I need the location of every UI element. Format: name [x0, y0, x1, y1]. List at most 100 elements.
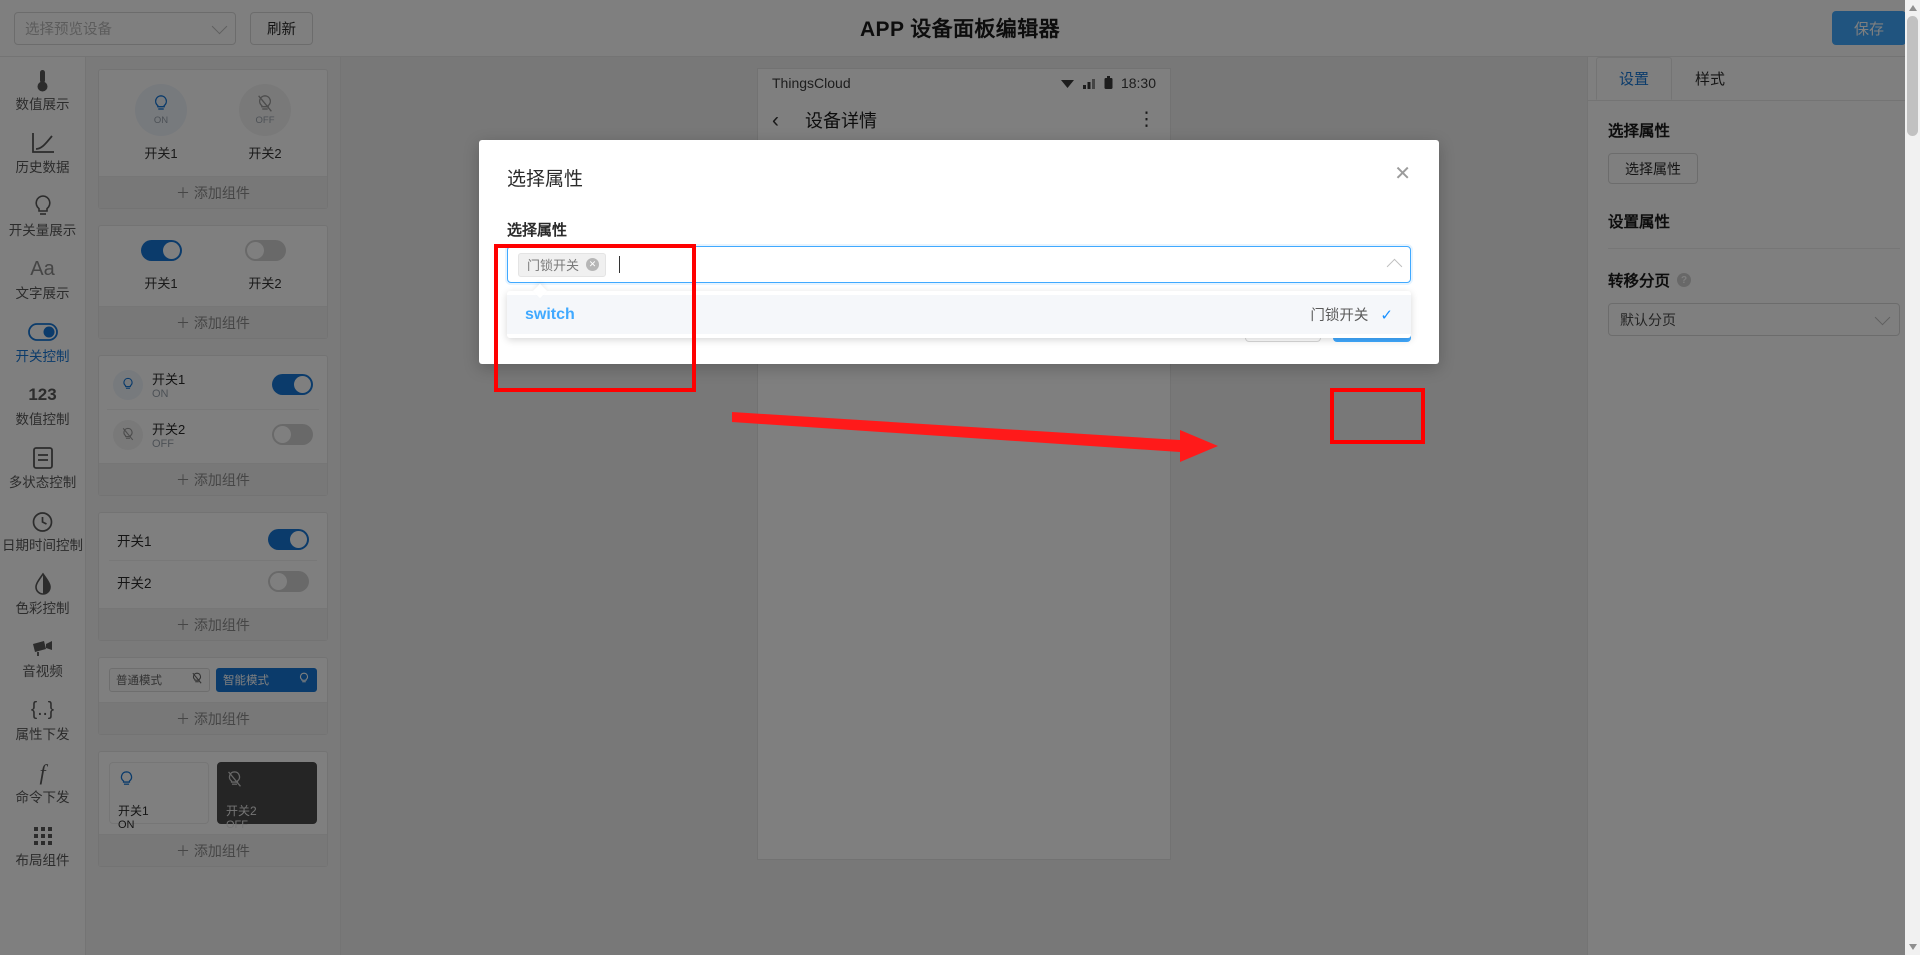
attribute-multiselect[interactable]: 门锁开关 ✕	[507, 246, 1411, 283]
sidebar-item-command-dispatch[interactable]: f 命令下发	[0, 750, 85, 813]
top-bar: 选择预览设备 刷新 APP 设备面板编辑器 保存	[0, 0, 1920, 57]
component-item[interactable]: 开关2 OFF	[217, 762, 317, 831]
add-component-button[interactable]: ＋ 添加组件	[99, 306, 327, 338]
component-item[interactable]: 开关1	[140, 240, 182, 292]
add-component-button[interactable]: ＋ 添加组件	[99, 463, 327, 495]
sidebar-item-label: 音视频	[22, 664, 63, 679]
properties-panel: 设置 样式 选择属性 选择属性 设置属性 转移分页 ? 默认分页	[1587, 57, 1920, 955]
mode-button-label: 普通模式	[116, 675, 162, 687]
bulb-off-icon	[226, 771, 243, 793]
sidebar-item-history-data[interactable]: 历史数据	[0, 120, 85, 183]
sidebar-item-switch-control[interactable]: 开关控制	[0, 309, 85, 372]
component-item-state: OFF	[152, 438, 174, 450]
toggle-switch-on[interactable]	[268, 529, 309, 550]
color-drop-icon	[2, 570, 83, 598]
transfer-page-value: 默认分页	[1620, 311, 1676, 328]
add-component-button[interactable]: ＋ 添加组件	[99, 702, 327, 734]
component-item[interactable]: ON 开关1	[135, 84, 187, 162]
save-button[interactable]: 保存	[1831, 11, 1906, 45]
page-scrollbar[interactable]	[1905, 0, 1920, 955]
chevron-down-icon	[1874, 309, 1891, 326]
help-icon[interactable]: ?	[1677, 273, 1692, 287]
add-component-button[interactable]: ＋ 添加组件	[99, 834, 327, 866]
sidebar-item-switch-display[interactable]: 开关量展示	[0, 183, 85, 246]
component-item[interactable]: OFF 开关2	[239, 84, 291, 162]
component-item-state: OFF	[226, 819, 248, 831]
refresh-button[interactable]: 刷新	[250, 11, 313, 45]
toggle-switch-off[interactable]	[244, 240, 286, 261]
toggle-switch-off[interactable]	[272, 424, 313, 445]
dropdown-option[interactable]: switch 门锁开关 ✓	[507, 295, 1411, 334]
sidebar-item-multistate-control[interactable]: 多状态控制	[0, 435, 85, 498]
chevron-left-icon[interactable]: ‹	[772, 110, 779, 131]
sidebar-item-text-display[interactable]: Aa 文字展示	[0, 246, 85, 309]
component-card[interactable]: 普通模式 智能模式 ＋ 添加组件	[98, 657, 328, 735]
transfer-page-label: 转移分页	[1608, 273, 1671, 290]
tab-settings[interactable]: 设置	[1596, 57, 1673, 100]
component-item-label: 开关1	[118, 804, 149, 818]
sidebar-item-numeric-control[interactable]: 123 数值控制	[0, 372, 85, 435]
component-item[interactable]: 开关1	[109, 519, 317, 560]
sidebar-item-label: 开关控制	[15, 349, 70, 364]
bulb-off-icon	[191, 672, 203, 688]
component-card[interactable]: 开关1 开关2 ＋ 添加组件	[98, 512, 328, 641]
bulb-on-icon	[298, 672, 310, 688]
scroll-up-arrow[interactable]	[1905, 0, 1920, 16]
list-panel-icon	[2, 444, 83, 472]
select-attribute-dialog: 选择属性 ✕ 选择属性 门锁开关 ✕ switch 门锁开关 ✓	[479, 140, 1439, 364]
mode-button-normal[interactable]: 普通模式	[109, 668, 210, 692]
add-component-button[interactable]: ＋ 添加组件	[99, 176, 327, 208]
sidebar-item-label: 多状态控制	[8, 475, 77, 490]
more-vertical-icon[interactable]: ⋮	[1137, 110, 1156, 130]
toggle-switch-on[interactable]	[272, 374, 313, 395]
bulb-icon	[2, 192, 83, 220]
properties-tabs[interactable]: 设置 样式	[1588, 57, 1920, 101]
bulb-off-icon: OFF	[239, 84, 291, 136]
device-preview-select[interactable]: 选择预览设备	[14, 11, 236, 45]
sidebar-item-label: 布局组件	[15, 853, 70, 868]
dialog-body: 选择属性 门锁开关 ✕ switch 门锁开关 ✓	[479, 191, 1439, 338]
attribute-options-dropdown[interactable]: switch 门锁开关 ✓	[507, 283, 1411, 338]
toggle-switch-off[interactable]	[268, 571, 309, 592]
component-type-rail[interactable]: 数值展示 历史数据 开关量展示 Aa 文字展示 开关控制 123 数值控制 多状…	[0, 57, 86, 955]
component-item[interactable]: 开关2	[244, 240, 286, 292]
component-card[interactable]: 开关1 开关2 ＋ 添加组件	[98, 225, 328, 339]
component-card[interactable]: 开关1 ON 开关2 OFF ＋ 添加组件	[98, 355, 328, 496]
transfer-page-select[interactable]: 默认分页	[1608, 303, 1900, 336]
dialog-title: 选择属性	[507, 169, 584, 190]
select-attribute-button[interactable]: 选择属性	[1608, 153, 1698, 184]
component-item[interactable]: 开关2	[109, 560, 317, 602]
toggle-switch-on[interactable]	[140, 240, 182, 261]
component-card[interactable]: 开关1 ON 开关2 OFF ＋ 添加组件	[98, 751, 328, 867]
sidebar-item-label: 文字展示	[15, 286, 70, 301]
component-item-state: ON	[152, 388, 169, 400]
sidebar-item-label: 开关量展示	[8, 223, 77, 238]
mode-button-smart[interactable]: 智能模式	[216, 668, 317, 692]
component-preview: ON 开关1 OFF 开关2	[99, 70, 327, 176]
add-component-button[interactable]: ＋ 添加组件	[99, 608, 327, 640]
tag-remove-icon[interactable]: ✕	[586, 258, 600, 271]
component-item[interactable]: 开关2 OFF	[107, 409, 319, 459]
component-preview: 开关1 开关2	[99, 226, 327, 306]
sidebar-item-color-control[interactable]: 色彩控制	[0, 561, 85, 624]
sidebar-item-datetime-control[interactable]: 日期时间控制	[0, 498, 85, 561]
tab-style[interactable]: 样式	[1672, 57, 1748, 100]
component-item[interactable]: 开关1 ON	[107, 360, 319, 409]
sidebar-item-layout-component[interactable]: 布局组件	[0, 813, 85, 876]
component-card[interactable]: ON 开关1 OFF 开关2 ＋ 添加组件	[98, 69, 328, 209]
sidebar-item-numeric-display[interactable]: 数值展示	[0, 57, 85, 120]
chevron-down-icon	[211, 18, 228, 34]
chevron-up-icon[interactable]	[1386, 258, 1403, 275]
line-chart-icon	[2, 129, 83, 157]
scroll-down-arrow[interactable]	[1908, 944, 1917, 950]
sidebar-item-media[interactable]: 音视频	[0, 624, 85, 687]
component-item[interactable]: 开关1 ON	[109, 762, 209, 831]
sidebar-item-attribute-dispatch[interactable]: {..} 属性下发	[0, 687, 85, 750]
component-library-panel[interactable]: ON 开关1 OFF 开关2 ＋ 添加组件 开关1 开关2 ＋ 添加组件 开关1…	[86, 57, 341, 955]
close-icon[interactable]: ✕	[1394, 164, 1411, 184]
camera-icon	[2, 633, 83, 661]
phone-clock: 18:30	[1120, 75, 1156, 91]
divider	[1608, 248, 1900, 249]
scrollbar-thumb[interactable]	[1907, 16, 1918, 136]
